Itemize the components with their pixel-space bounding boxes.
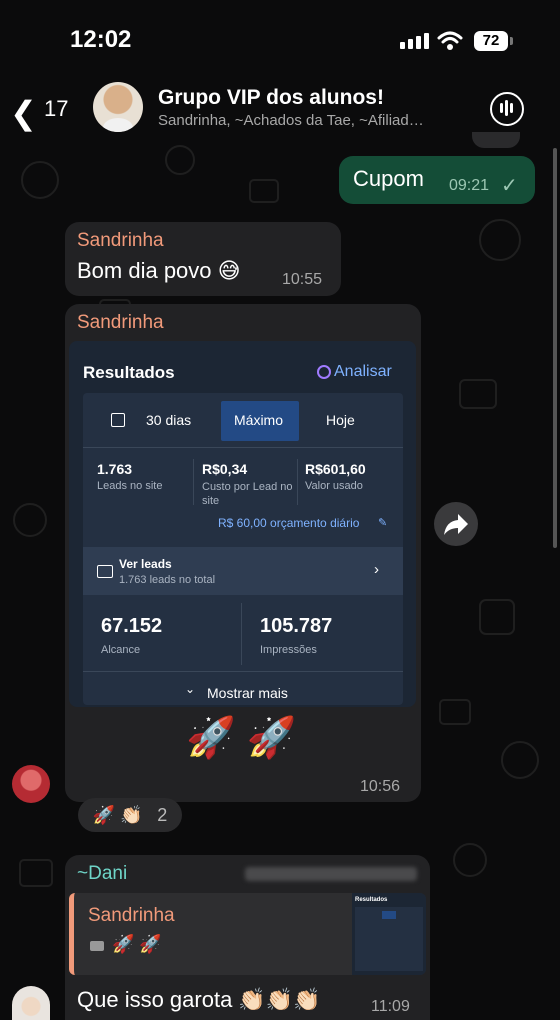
impressions-label: Impressões [260, 644, 317, 656]
sender-avatar[interactable] [12, 765, 50, 803]
back-chevron-icon[interactable]: ❮ [10, 94, 37, 132]
voice-chat-icon[interactable] [490, 92, 524, 126]
unread-count[interactable]: 17 [44, 96, 68, 122]
forward-button[interactable] [434, 502, 478, 546]
status-bar: 12:02 72 [0, 0, 560, 80]
metric-value: 1.763 [97, 461, 133, 477]
quote-text: 🚀 🚀 [112, 934, 162, 954]
read-check-icon: ✓ [501, 175, 518, 197]
reaction-emojis: 🚀 👏🏻 [92, 804, 143, 825]
quote-thumbnail: Resultados [352, 893, 426, 975]
message-time: 09:21 [449, 177, 490, 194]
show-more: Mostrar mais [207, 685, 288, 701]
tab-hoje: Hoje [326, 412, 355, 428]
results-title: Resultados [83, 363, 175, 382]
quoted-message[interactable]: Sandrinha 🚀 🚀 Resultados [69, 893, 426, 975]
message-incoming[interactable]: Sandrinha Bom dia povo 😅 10:55 [65, 222, 341, 296]
calendar-icon [111, 413, 125, 427]
cellular-signal-icon [400, 33, 429, 49]
status-time: 12:02 [70, 26, 132, 53]
quote-sender: Sandrinha [88, 905, 175, 926]
chevron-down-icon: ⌄ [185, 682, 196, 696]
message-time: 10:56 [360, 778, 401, 795]
reaction-count: 2 [157, 804, 168, 825]
sender-name[interactable]: Sandrinha [77, 312, 164, 334]
camera-icon [90, 941, 104, 951]
sender-avatar[interactable] [12, 986, 50, 1020]
group-members[interactable]: Sandrinha, ~Achados da Tae, ~Afiliad… [158, 112, 473, 129]
forward-arrow-icon [444, 514, 468, 535]
message-caption: 🚀 🚀 [186, 716, 297, 760]
message-time: 11:09 [371, 998, 410, 1015]
chevron-right-icon: › [374, 561, 379, 578]
metric-sep [297, 459, 298, 505]
metric-value: R$0,34 [202, 461, 248, 477]
leads-sub: 1.763 leads no total [119, 574, 216, 586]
analyze-ring-icon [317, 365, 331, 379]
metric-sep [241, 603, 242, 665]
chat-header: ❮ 17 Grupo VIP dos alunos! Sandrinha, ~A… [0, 80, 560, 140]
reaction-peek [472, 132, 520, 148]
contact-card-icon [97, 565, 113, 578]
daily-budget: R$ 60,00 orçamento diário [218, 516, 360, 530]
metric-sep [193, 459, 194, 505]
sender-phone-blurred [245, 867, 417, 881]
leads-title: Ver leads [119, 557, 172, 571]
scrollbar[interactable] [553, 148, 557, 548]
divider [83, 671, 403, 672]
metric-label: Leads no site [97, 480, 163, 492]
metric-label: Custo por Lead no site [202, 481, 293, 507]
sender-name[interactable]: ~Dani [77, 863, 127, 885]
reach-label: Alcance [101, 644, 141, 656]
sender-name[interactable]: Sandrinha [77, 230, 164, 252]
battery-indicator: 72 [474, 31, 513, 51]
leads-row [83, 547, 403, 595]
divider [83, 447, 403, 448]
impressions-value: 105.787 [260, 615, 333, 637]
message-text: Cupom [353, 166, 424, 191]
thumb-tab [382, 911, 396, 919]
message-text: Bom dia povo 😅 [77, 258, 241, 283]
message-text: Que isso garota 👏🏻👏🏻👏🏻 [77, 987, 321, 1012]
message-outgoing[interactable]: Cupom 09:21 ✓ [339, 156, 535, 204]
reach-value: 67.152 [101, 615, 163, 637]
tab-30-dias: 30 dias [146, 412, 192, 428]
thumb-title: Resultados [355, 897, 388, 903]
metric-value: R$601,60 [305, 461, 366, 477]
group-avatar[interactable] [93, 82, 143, 132]
message-time: 10:55 [282, 271, 323, 288]
ads-results-screenshot[interactable]: Resultados Analisar 30 dias Máximo Hoje … [69, 341, 416, 707]
reactions-pill[interactable]: 🚀 👏🏻 2 [78, 798, 182, 832]
reply-message[interactable]: ~Dani Sandrinha 🚀 🚀 Resultados Que isso … [65, 855, 430, 1020]
metric-label: Valor usado [305, 480, 363, 492]
wifi-icon [437, 31, 463, 50]
edit-pencil-icon: ✎ [378, 517, 388, 529]
group-title[interactable]: Grupo VIP dos alunos! [158, 86, 384, 110]
period-tabs: 30 dias Máximo Hoje [83, 393, 403, 449]
analyze-link: Analisar [334, 363, 392, 380]
tab-maximo: Máximo [234, 412, 284, 428]
